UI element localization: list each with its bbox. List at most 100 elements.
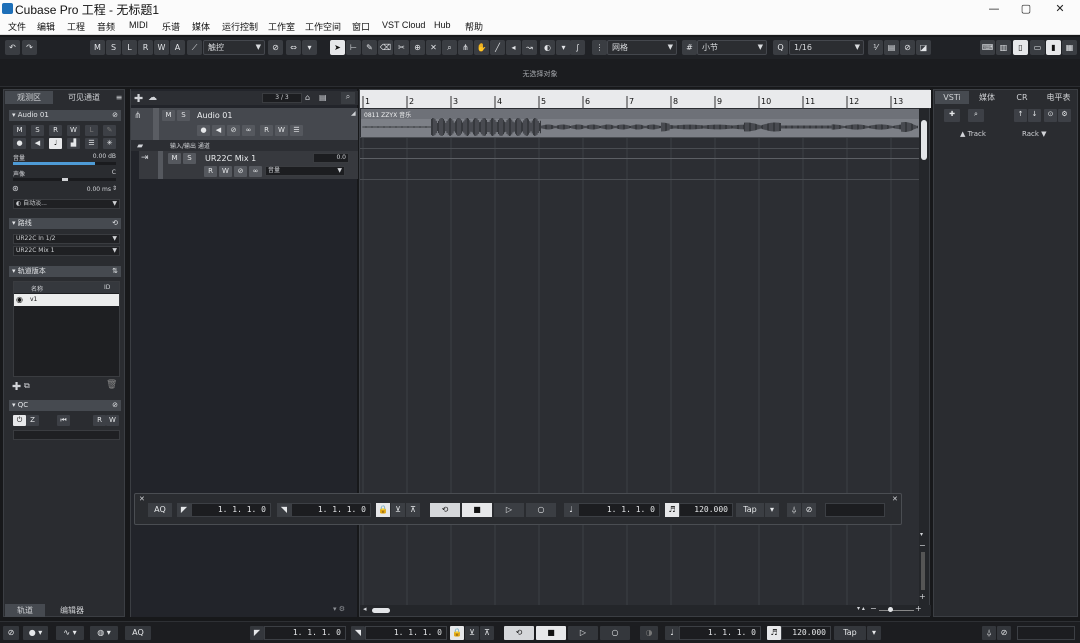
auto-fade-field[interactable]: ◐ 自动淡... ▼ [13,199,120,209]
lower-zone-toggle-icon[interactable]: ▭ [1030,40,1045,55]
stop-button-icon[interactable]: ■ [462,503,492,517]
lock-icon[interactable]: 🔒 [376,503,390,517]
cycle-button-icon[interactable]: ⟲ [504,626,534,640]
input-routing-select[interactable]: UR22C In 1/2 ▼ [13,234,120,244]
timebase-icon[interactable]: ♩ [49,138,62,149]
go-to-left-locator-icon[interactable]: ◤ [250,626,264,640]
tab-vsti[interactable]: VSTi [935,91,969,104]
vertical-scrollbar[interactable]: ▾ − + [919,108,929,605]
automation-state-button[interactable]: A [170,40,185,55]
edit-channel-icon[interactable]: ⊘ [234,166,247,177]
left-locator-field[interactable]: 1. 1. 1. 0 [191,503,271,517]
go-to-right-locator-icon[interactable]: ◥ [351,626,365,640]
home-icon[interactable]: ⌂ [305,93,310,102]
arrow-up-icon[interactable]: ↑ [1014,109,1027,122]
folder-track-io[interactable]: ▰ 输入/输出 通道 [131,140,358,151]
record-button-icon[interactable]: ● ▾ [23,626,48,640]
add-instrument-icon[interactable]: ✚ [944,109,960,122]
rack-instruments-header[interactable]: Rack ▼ [1022,130,1047,138]
menu-icon[interactable]: ≡ [113,91,125,104]
play-button-icon[interactable]: ▷ [494,503,524,517]
stop-button-icon[interactable]: ■ [536,626,566,640]
tab-media[interactable]: 媒体 [970,91,1004,104]
tap-menu-icon[interactable]: ▾ [867,626,881,640]
mute-button[interactable]: M [162,110,175,121]
menu-midi[interactable]: MIDI [129,20,148,30]
draw-tool-icon[interactable]: ✎ [362,40,377,55]
menu-hub[interactable]: Hub [434,20,451,30]
add-version-icon[interactable]: ✚ [12,380,21,393]
line-tool-icon[interactable]: ╱ [490,40,505,55]
close-icon[interactable]: ✕ [139,495,145,503]
audio-quality-button[interactable]: AQ [148,503,172,517]
inspector-toggle-icon[interactable]: ▯ [1013,40,1028,55]
mute-tool-icon[interactable]: ✕ [426,40,441,55]
horizontal-scroll-thumb[interactable] [372,608,390,613]
mute-button[interactable]: M [168,153,181,164]
menu-vst-cloud[interactable]: VST Cloud [382,20,425,30]
automation-parameter-select[interactable]: 音量 ▼ [265,166,345,176]
lanes-icon[interactable]: ☰ [85,138,98,149]
metronome-icon[interactable]: ⍙ [982,626,996,640]
record-enable-icon[interactable]: ● [197,125,210,136]
waveform-mode-icon[interactable]: ∿ ▾ [56,626,84,640]
auto-quantize-icon[interactable]: ◍ ▾ [90,626,118,640]
right-locator-field[interactable]: 1. 1. 1. 0 [365,626,447,640]
menu-help[interactable]: 帮助 [465,20,483,33]
link-icon[interactable]: ∞ [242,125,255,136]
left-zone-toggle-icon[interactable]: ▥ [996,40,1011,55]
punch-in-icon[interactable]: ⊻ [391,503,405,517]
solo-button[interactable]: S [177,110,190,121]
tap-tempo-button[interactable]: Tap [834,626,866,640]
lane-edit-button[interactable]: ✎ [103,125,116,136]
marker-field[interactable] [825,503,885,517]
menu-file[interactable]: 文件 [8,20,26,33]
add-track-icon[interactable]: ✚ [134,92,143,105]
qc-section-header[interactable]: ▾ QC ⊘ [9,400,121,411]
qc-slot[interactable] [13,430,120,440]
track-resize-icon[interactable]: ◢ [351,110,356,117]
zoom-out-icon[interactable]: − [870,604,877,613]
track-list-settings-icon[interactable]: ▾ ⚙ [333,605,345,613]
lanes-icon[interactable]: ☰ [290,125,303,136]
undo-icon[interactable]: ↶ [5,40,20,55]
menu-transport[interactable]: 运行控制 [222,20,258,33]
tempo-field[interactable]: 120.000 [679,503,733,517]
tab-meter[interactable]: 电平表 [1040,91,1077,104]
menu-edit[interactable]: 编辑 [37,20,55,33]
write-button[interactable]: W [219,166,232,177]
menu-studio[interactable]: 工作室 [268,20,295,33]
arrow-down-icon[interactable]: ↓ [1028,109,1041,122]
punch-out-icon[interactable]: ⊼ [480,626,494,640]
left-locator-field[interactable]: 1. 1. 1. 0 [264,626,346,640]
visibility-icon[interactable]: ▤ [319,93,327,102]
right-locator-field[interactable]: 1. 1. 1. 0 [291,503,371,517]
snap-icon[interactable]: ⋮ [592,40,607,55]
constrain-delay-icon[interactable]: ⊘ [268,40,283,55]
menu-media[interactable]: 媒体 [192,20,210,33]
duplicate-version-icon[interactable]: ⧉ [24,381,30,391]
tab-inspector[interactable]: 观测区 [5,91,53,104]
audio-quality-button[interactable]: AQ [125,626,151,640]
read-button[interactable]: R [49,125,62,136]
mute-button[interactable]: M [13,125,26,136]
go-to-right-locator-icon[interactable]: ◥ [277,503,291,517]
comp-tool-icon[interactable]: ⋔ [458,40,473,55]
write-button[interactable]: W [67,125,80,136]
qc-write-button[interactable]: W [106,415,119,426]
listen-state-button[interactable]: L [122,40,137,55]
close-button[interactable]: ✕ [1043,0,1077,18]
qc-read-button[interactable]: R [93,415,106,426]
read-button[interactable]: R [204,166,217,177]
link-icon[interactable]: ∞ [249,166,262,177]
close-icon[interactable]: ✕ [892,495,898,503]
object-selection-tool-icon[interactable]: ➤ [330,40,345,55]
erase-tool-icon[interactable]: ⌫ [378,40,393,55]
track-section-header[interactable]: ▾ Audio 01 ⊘ [9,110,121,121]
cycle-button-icon[interactable]: ⟲ [430,503,460,517]
track-name[interactable]: Audio 01 [197,111,232,120]
tempo-track-icon[interactable]: ♬ [665,503,679,517]
stepper-icon[interactable]: ⇕ [112,185,117,192]
zoom-in-icon[interactable]: + [915,604,922,613]
auto-fade-icon[interactable]: ∫ [570,40,585,55]
